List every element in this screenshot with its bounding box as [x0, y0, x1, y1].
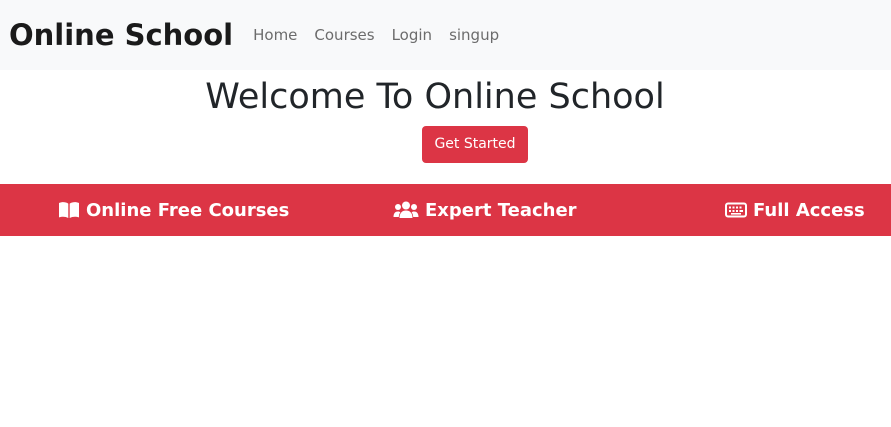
- book-open-icon: [58, 201, 80, 219]
- users-icon: [393, 201, 419, 219]
- nav-link-home[interactable]: Home: [253, 26, 297, 44]
- keyboard-icon: [725, 202, 747, 218]
- feature-bar: Online Free Courses Expert Teacher Full …: [0, 184, 891, 236]
- feature-label: Full Access: [753, 199, 865, 221]
- feature-online-free-courses: Online Free Courses: [58, 184, 289, 236]
- hero-section: Welcome To Online School Get Started: [0, 70, 891, 163]
- feature-label: Expert Teacher: [425, 199, 577, 221]
- nav-link-signup[interactable]: singup: [449, 26, 499, 44]
- feature-expert-teacher: Expert Teacher: [393, 184, 577, 236]
- brand-logo-text[interactable]: Online School: [9, 18, 233, 52]
- get-started-button[interactable]: Get Started: [422, 126, 528, 163]
- feature-label: Online Free Courses: [86, 199, 290, 221]
- nav-link-courses[interactable]: Courses: [314, 26, 374, 44]
- feature-full-access: Full Access: [725, 184, 865, 236]
- nav-link-login[interactable]: Login: [392, 26, 432, 44]
- navbar: Online School Home Courses Login singup: [0, 0, 891, 70]
- nav-links: Home Courses Login singup: [253, 26, 516, 44]
- hero-title: Welcome To Online School: [205, 77, 665, 117]
